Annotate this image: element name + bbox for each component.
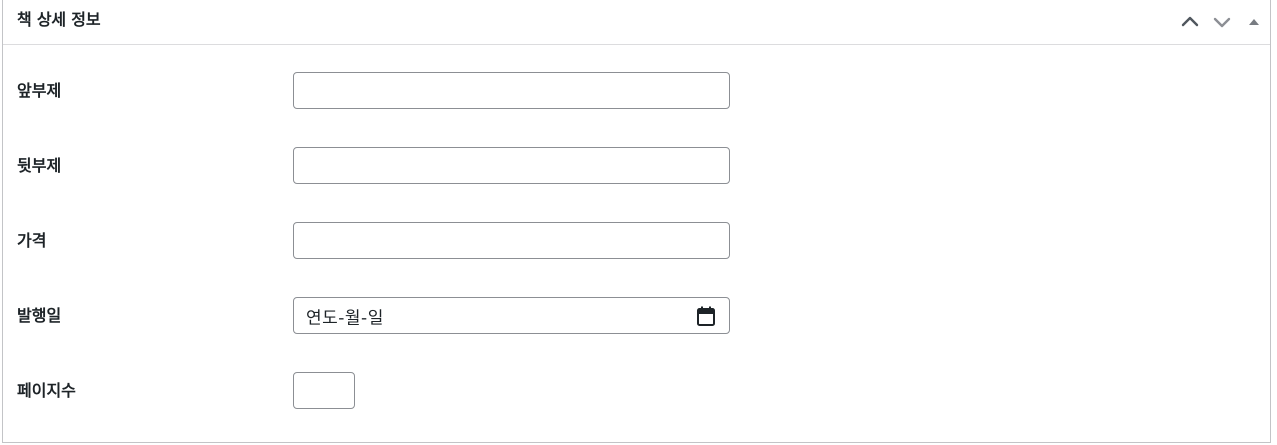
move-up-button[interactable] (1174, 4, 1206, 40)
triangle-up-icon (1249, 19, 1259, 25)
price-label: 가격 (17, 231, 47, 250)
move-down-button[interactable] (1206, 4, 1238, 40)
toggle-panel-button[interactable] (1238, 4, 1270, 40)
calendar-icon[interactable] (697, 306, 715, 326)
row-page-count: 페이지수 (3, 371, 1270, 411)
row-publish-date: 발행일 연도-월-일 (3, 296, 1270, 336)
row-front-subtitle: 앞부제 (3, 71, 1270, 111)
publish-date-label: 발행일 (17, 306, 62, 325)
front-subtitle-label: 앞부제 (17, 81, 62, 100)
row-price: 가격 (3, 221, 1270, 261)
chevron-up-icon (1181, 16, 1199, 27)
handle-actions (1174, 0, 1270, 44)
page-count-label: 페이지수 (17, 381, 76, 400)
metabox-header: 책 상세 정보 (3, 0, 1270, 45)
date-placeholder: 연도-월-일 (306, 308, 384, 328)
chevron-down-icon (1213, 17, 1231, 28)
book-details-metabox: 책 상세 정보 앞부제 뒷부제 가격 발행일 연도-월-일 페이지수 (2, 0, 1271, 443)
row-back-subtitle: 뒷부제 (3, 146, 1270, 186)
publish-date-input[interactable]: 연도-월-일 (293, 297, 730, 334)
price-input[interactable] (293, 222, 730, 259)
front-subtitle-input[interactable] (293, 72, 730, 109)
metabox-title: 책 상세 정보 (17, 10, 101, 29)
back-subtitle-input[interactable] (293, 147, 730, 184)
back-subtitle-label: 뒷부제 (17, 156, 62, 175)
page-count-input[interactable] (293, 372, 355, 409)
